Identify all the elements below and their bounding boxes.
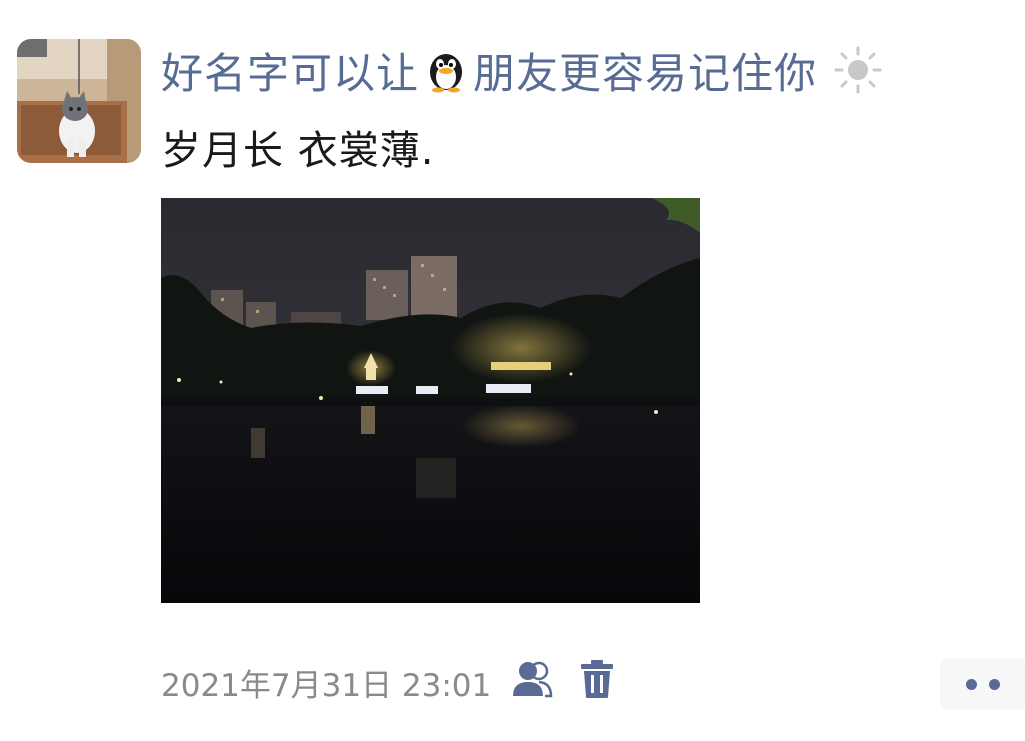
more-dots-icon: [965, 678, 977, 690]
more-dots-icon: [988, 678, 1000, 690]
post-timestamp: 2021年7月31日 23:01: [161, 668, 492, 704]
avatar[interactable]: [17, 39, 141, 163]
more-dots-button[interactable]: [940, 658, 1025, 710]
friends-visibility-icon[interactable]: [511, 660, 553, 700]
penguin-icon: [423, 47, 469, 93]
username-text-part1: 好名字可以让: [161, 48, 420, 98]
night-lake-photo: [161, 198, 700, 603]
sun-icon: [833, 45, 883, 95]
moments-post: 好名字可以让 朋友更容易记住你 岁月长 衣裳薄. 2021年7月31日 23:0…: [0, 0, 1025, 741]
cat-avatar-image: [17, 39, 141, 163]
username-link[interactable]: 好名字可以让 朋友更容易记住你: [161, 42, 883, 98]
trash-icon[interactable]: [580, 659, 614, 699]
post-text: 岁月长 衣裳薄.: [161, 128, 435, 174]
post-photo[interactable]: [161, 198, 700, 603]
username-text-part2: 朋友更容易记住你: [473, 48, 818, 98]
